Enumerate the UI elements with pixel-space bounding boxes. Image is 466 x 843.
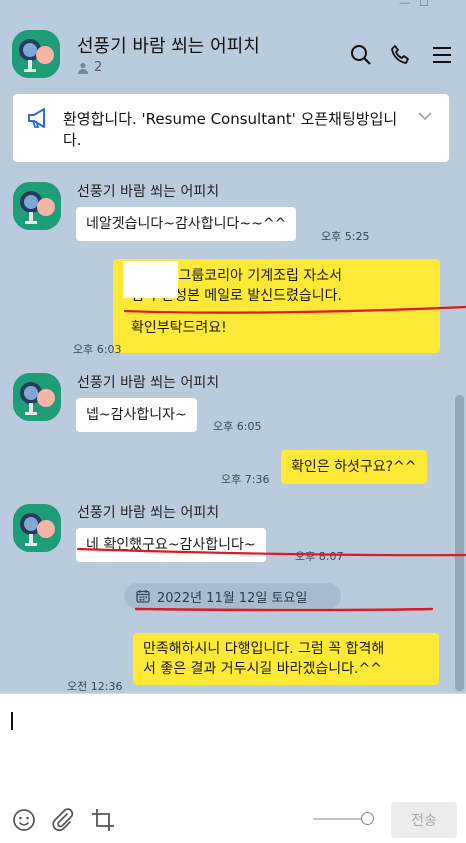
message-line: 서 좋은 결과 거두시길 바라겠습니다.^^ [143,661,382,677]
person-icon [78,62,88,74]
sender-avatar[interactable] [13,182,61,230]
message-time: 오전 12:36 [67,680,123,693]
minimize-button[interactable]: — [399,0,410,9]
message-bubble-mine[interactable]: 만족해하시니 다행입니다. 그럼 꼭 합격해 서 좋은 결과 거두시길 바라겠습… [133,633,439,685]
sender-avatar[interactable] [13,373,61,421]
opacity-slider-track[interactable] [313,818,363,820]
message-bubble[interactable]: 네 확인했구요~감사합니다~ [76,528,266,562]
message-bubble[interactable]: 넵~감사합니자~ [76,398,197,432]
date-divider: 2022년 11월 12일 토요일 [124,583,341,609]
send-button[interactable]: 전송 [391,802,457,838]
message-time: 오후 6:05 [213,420,262,433]
redaction-box [123,261,178,298]
message-input[interactable] [20,708,450,798]
date-divider-text: 2022년 11월 12일 토요일 [157,590,308,606]
message-time: 오후 7:36 [221,473,270,486]
calendar-icon [136,590,150,603]
unread-count: 1 [122,660,129,671]
sender-name: 선풍기 바람 쐬는 어피치 [77,184,220,200]
attach-icon[interactable] [50,807,76,833]
message-line: 만족해하시니 다행입니다. 그럼 꼭 합격해 [143,641,385,657]
emoji-icon[interactable] [11,807,37,833]
scrollbar-thumb[interactable] [455,395,464,691]
notice-banner[interactable]: 환영합니다. 'Resume Consultant' 오픈채팅방입니다. [13,94,449,162]
member-count: 2 [77,60,102,75]
room-title: 선풍기 바람 쐬는 어피치 [77,36,260,57]
message-time: 오후 5:25 [321,230,370,243]
sender-name: 선풍기 바람 쐬는 어피치 [77,375,220,391]
message-bubble-mine[interactable]: 확인은 하셧구요?^^ [281,450,427,484]
search-icon[interactable] [349,43,373,67]
room-avatar[interactable] [12,30,60,78]
message-line: 확인부탁드려요! [131,320,227,336]
chat-header: 선풍기 바람 쐬는 어피치 2 [0,10,466,84]
message-time: 오후 6:03 [73,343,122,356]
message-time: 오후 8:07 [295,550,344,563]
crop-icon[interactable] [90,807,116,833]
chevron-down-icon[interactable] [417,110,433,122]
sender-name: 선풍기 바람 쐬는 어피치 [77,505,220,521]
notice-text: 환영합니다. 'Resume Consultant' 오픈채팅방입니다. [63,110,398,149]
window-controls: — ☐ [0,0,466,10]
menu-icon[interactable] [430,43,454,67]
megaphone-icon [28,108,45,128]
message-bubble[interactable]: 네알겟습니다~감사합니다~~^^ [76,207,297,241]
text-caret [11,712,13,730]
message-composer: 전송 [0,693,466,843]
opacity-slider-knob[interactable] [361,812,374,825]
sender-avatar[interactable] [13,504,61,552]
member-count-value: 2 [94,60,103,75]
maximize-button[interactable]: ☐ [419,0,429,9]
call-icon[interactable] [389,43,413,67]
